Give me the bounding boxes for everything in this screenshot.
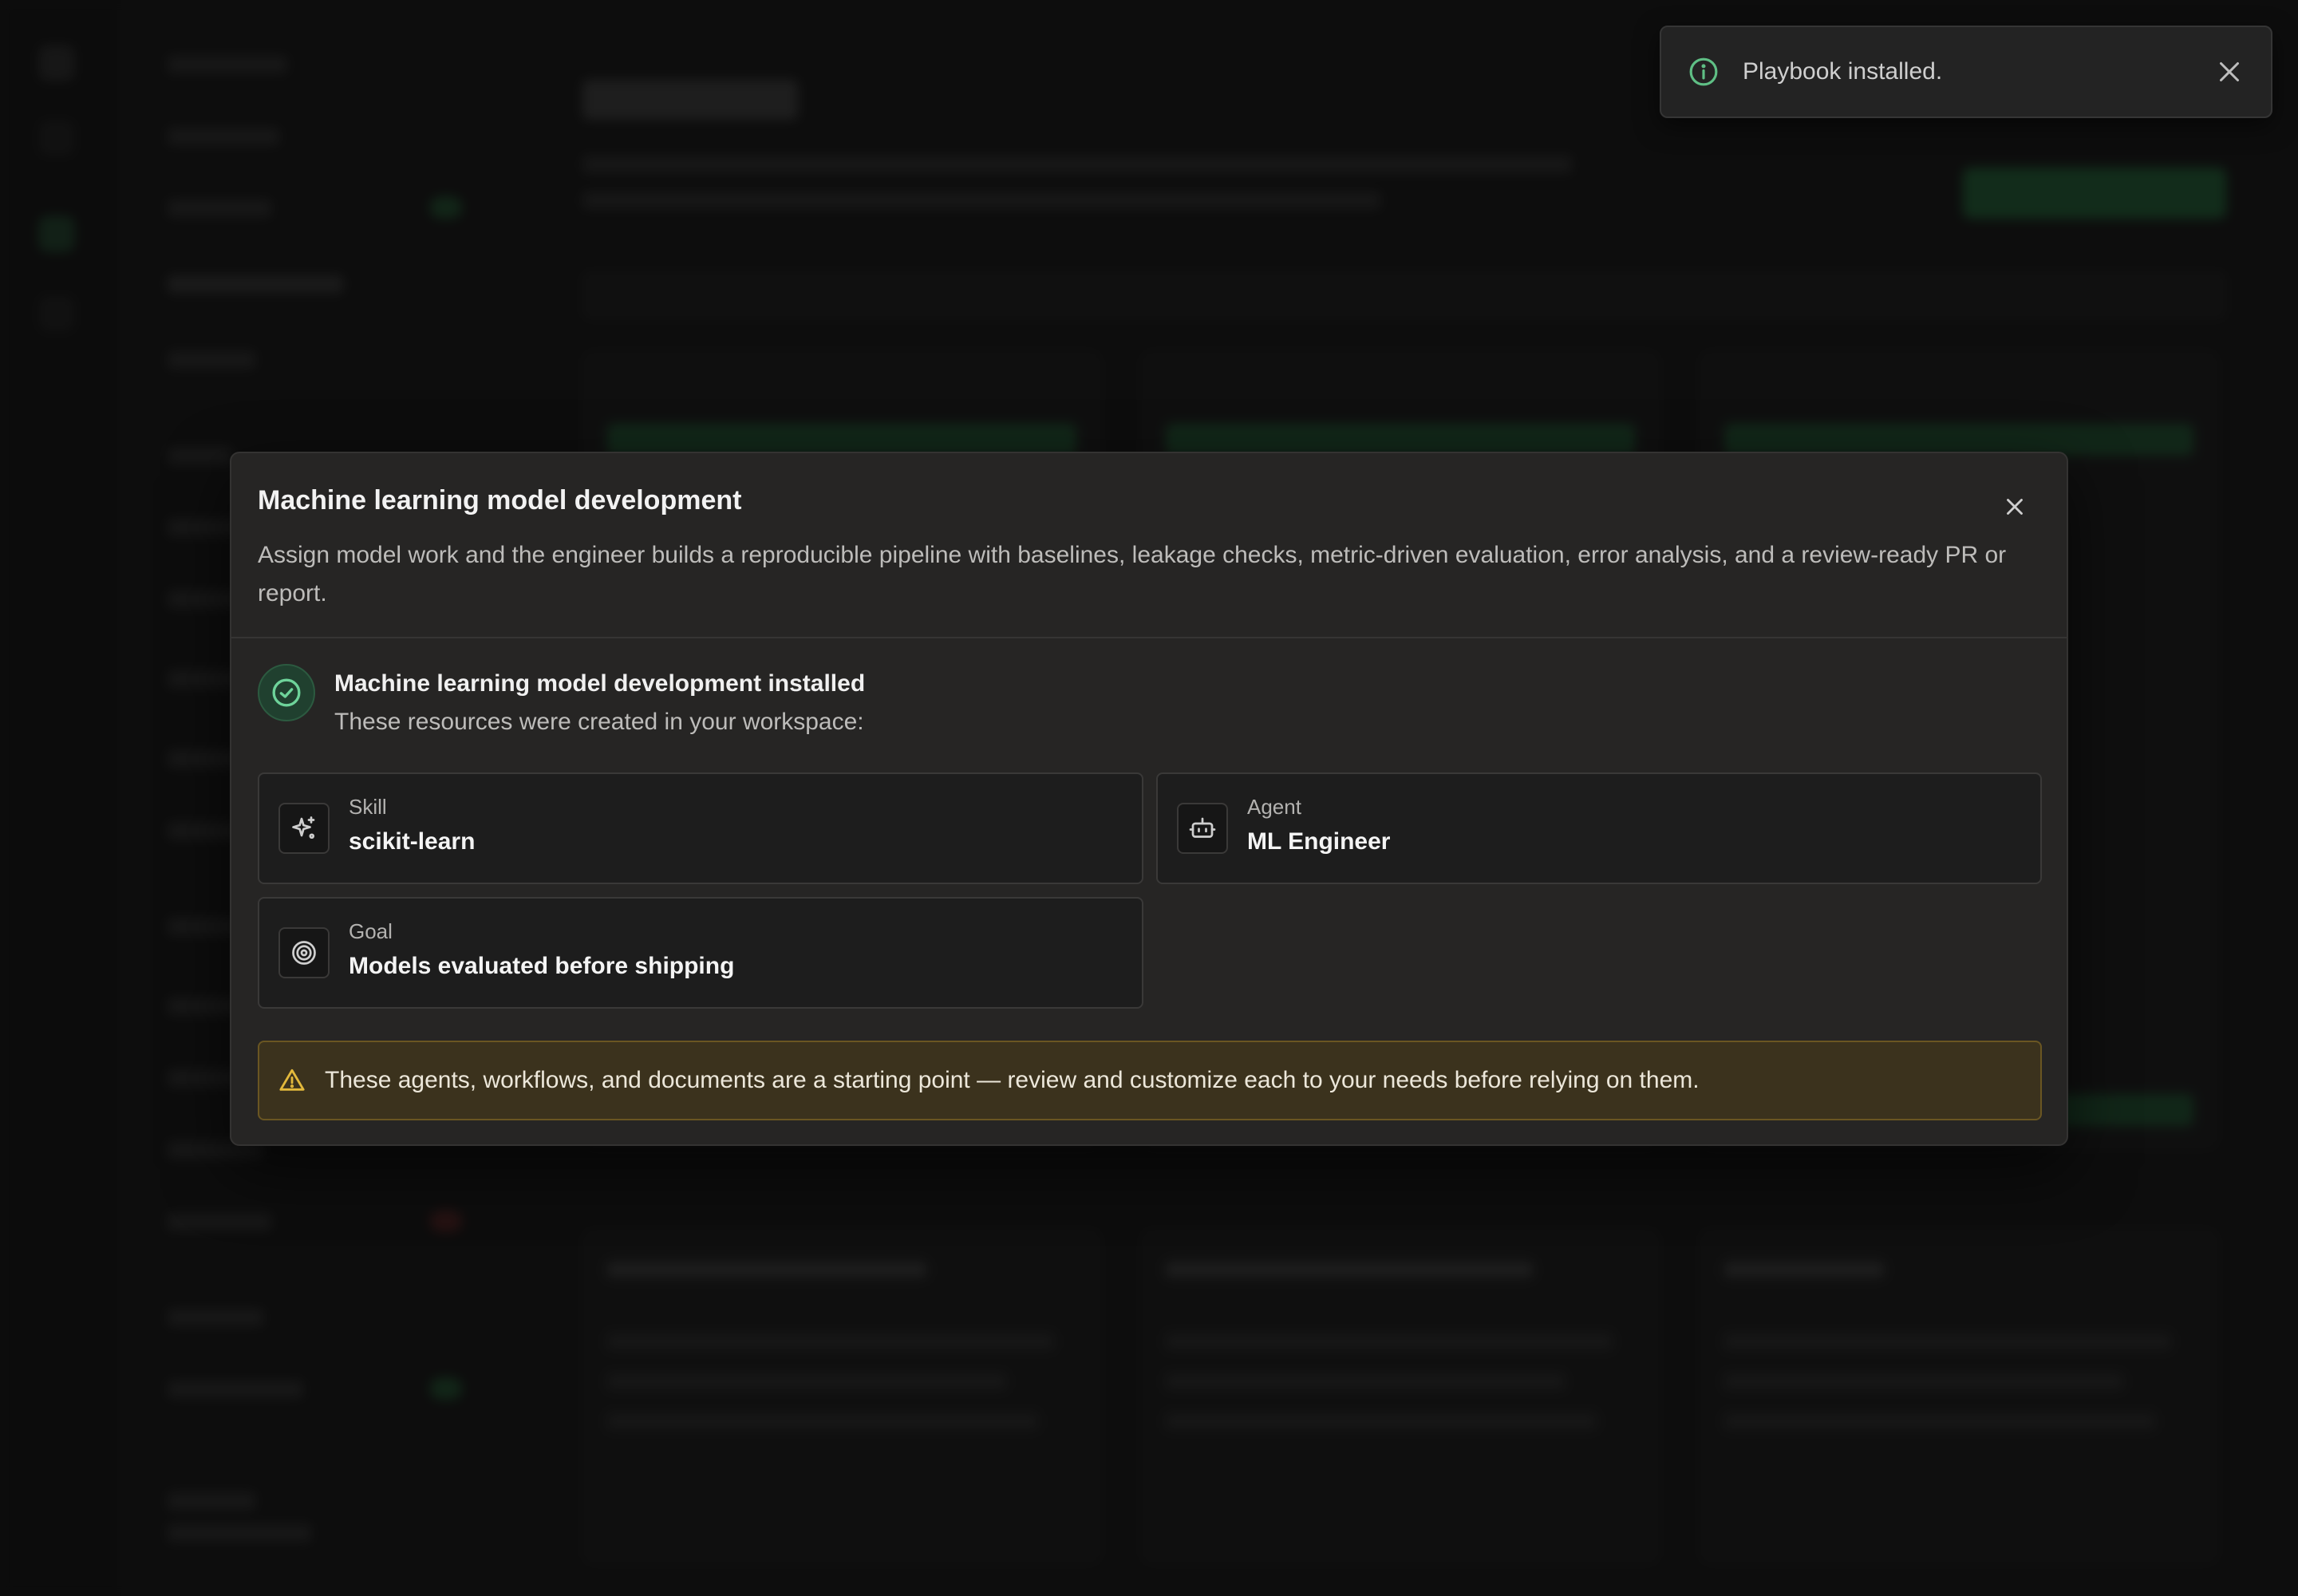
dialog-title: Machine learning model development (258, 485, 742, 516)
resource-name: ML Engineer (1247, 828, 1391, 855)
resource-kind: Skill (349, 795, 387, 819)
playbook-installed-dialog: Machine learning model development Assig… (230, 452, 2068, 1146)
warning-text: These agents, workflows, and documents a… (325, 1067, 1700, 1093)
installed-title: Machine learning model development insta… (334, 670, 866, 697)
customization-warning: These agents, workflows, and documents a… (258, 1041, 2042, 1120)
toast-notification: Playbook installed. (1660, 26, 2272, 118)
installed-status: Machine learning model development insta… (258, 664, 2040, 744)
warning-icon (279, 1069, 305, 1091)
resource-card-agent[interactable]: Agent ML Engineer (1156, 772, 2042, 884)
dialog-close-icon[interactable] (2001, 493, 2028, 520)
toast-message: Playbook installed. (1743, 58, 1943, 85)
check-circle-icon (258, 664, 315, 721)
toast-close-icon[interactable] (2215, 57, 2244, 86)
dialog-header: Machine learning model development Assig… (231, 453, 2067, 638)
resource-card-goal[interactable]: Goal Models evaluated before shipping (258, 897, 1143, 1009)
dialog-description: Assign model work and the engineer build… (258, 542, 2007, 606)
robot-icon (1177, 803, 1228, 854)
resource-card-skill[interactable]: Skill scikit-learn (258, 772, 1143, 884)
sparkle-icon (278, 803, 330, 854)
info-icon (1689, 57, 1718, 86)
resource-kind: Agent (1247, 795, 1301, 819)
installed-subtitle: These resources were created in your wor… (334, 709, 864, 735)
resource-name: Models evaluated before shipping (349, 953, 735, 979)
resource-kind: Goal (349, 919, 393, 943)
resource-name: scikit-learn (349, 828, 476, 855)
target-icon (278, 927, 330, 978)
